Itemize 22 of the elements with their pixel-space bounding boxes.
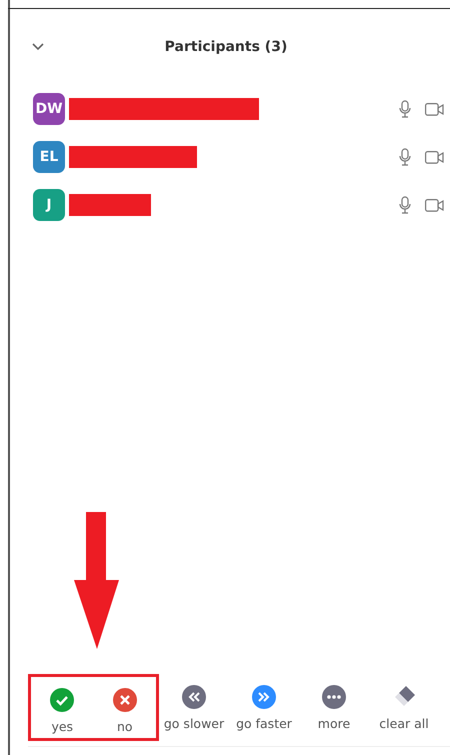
reaction-button[interactable]: yes xyxy=(31,677,94,738)
avatar: EL xyxy=(33,141,65,173)
panel-title: Participants (3) xyxy=(164,38,288,56)
rewind-icon xyxy=(182,685,206,710)
reaction-button[interactable]: no xyxy=(94,677,156,738)
video-camera-icon[interactable] xyxy=(425,198,444,212)
video-camera-icon[interactable] xyxy=(425,150,444,164)
video-camera-icon[interactable] xyxy=(425,102,444,116)
microphone-icon[interactable] xyxy=(399,196,411,214)
close-icon xyxy=(112,688,137,712)
fast-forward-icon xyxy=(252,685,276,710)
avatar: DW xyxy=(33,93,65,125)
avatar: J xyxy=(33,189,65,221)
check-icon xyxy=(50,688,74,712)
microphone-icon[interactable] xyxy=(399,148,411,166)
reaction-button[interactable]: more xyxy=(299,674,369,741)
more-icon xyxy=(322,685,346,710)
reaction-button[interactable]: go faster xyxy=(229,674,299,741)
reaction-button[interactable]: go slower xyxy=(159,674,229,741)
microphone-icon[interactable] xyxy=(399,100,411,118)
reaction-button[interactable]: clear all xyxy=(369,674,439,741)
chevron-down-icon[interactable] xyxy=(32,43,44,51)
